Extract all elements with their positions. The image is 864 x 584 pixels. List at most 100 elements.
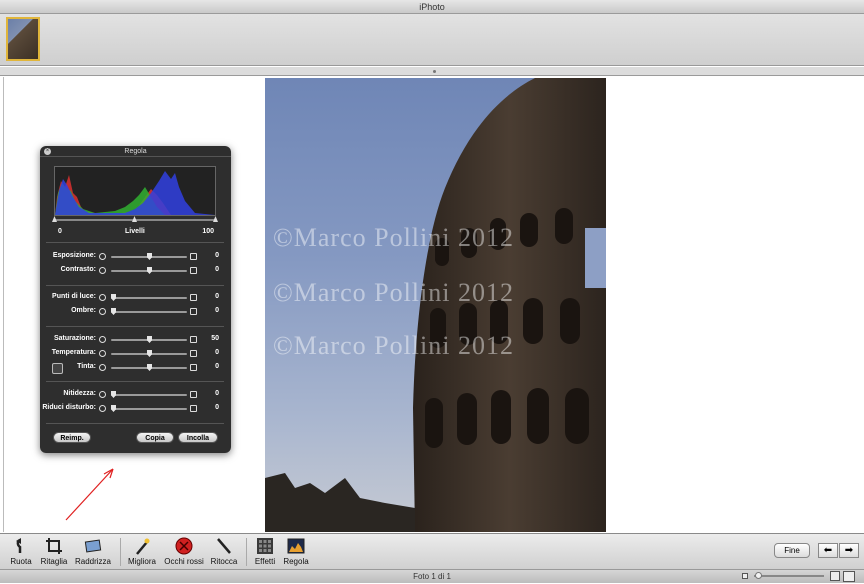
- adjust-row: Punti di luce: 0: [40, 293, 231, 304]
- panel-title: × Regola: [40, 146, 231, 157]
- adjust-max-icon: [190, 336, 197, 343]
- histogram: [54, 166, 216, 216]
- adjust-row-label: Nitidezza:: [63, 390, 96, 397]
- adjust-row: Contrasto: 0: [40, 266, 231, 277]
- effects-grid-icon: [255, 536, 275, 556]
- straighten-button[interactable]: Raddrizza: [74, 536, 112, 566]
- panel-title-text: Regola: [124, 148, 147, 155]
- red-eye-label: Occhi rossi: [164, 557, 204, 566]
- separator: [46, 285, 224, 286]
- adjust-row-label: Ombre:: [71, 307, 96, 314]
- adjust-min-icon: [99, 364, 106, 371]
- adjust-max-icon: [190, 364, 197, 371]
- straighten-label: Raddrizza: [74, 557, 111, 566]
- zoom-slider[interactable]: [754, 575, 824, 577]
- rotate-button[interactable]: Ruota: [8, 536, 34, 566]
- watermark-3: ©Marco Pollini 2012: [273, 331, 514, 360]
- retouch-label: Ritocca: [210, 557, 238, 566]
- separator: [46, 242, 224, 243]
- adjust-label: Regola: [283, 557, 309, 566]
- previous-button[interactable]: ⬅: [818, 543, 838, 558]
- toolbar-separator: [120, 538, 121, 566]
- watermark-2: ©Marco Pollini 2012: [273, 278, 514, 307]
- adjust-panel: × Regola 0 Livelli 100 Esposizione: 0 Cont…: [40, 146, 231, 453]
- next-button[interactable]: ➡: [839, 543, 859, 558]
- photo-view[interactable]: ©Marco Pollini 2012 ©Marco Pollini 2012 …: [265, 78, 606, 532]
- resize-handle-icon: [433, 70, 436, 73]
- adjust-min-icon: [99, 267, 106, 274]
- edit-toolbar: Ruota Ritaglia Raddrizza Migliora Occhi …: [0, 533, 864, 569]
- retouch-button[interactable]: Ritocca: [209, 536, 239, 566]
- adjust-slider-knob[interactable]: [111, 391, 116, 398]
- adjust-row: Temperatura: 0: [40, 349, 231, 360]
- red-eye-button[interactable]: Occhi rossi: [164, 536, 204, 566]
- crop-label: Ritaglia: [40, 557, 68, 566]
- status-bar: Foto 1 di 1: [0, 569, 864, 583]
- adjust-slider-knob[interactable]: [147, 350, 152, 357]
- adjust-slider-knob[interactable]: [147, 267, 152, 274]
- adjust-slider-knob[interactable]: [111, 405, 116, 412]
- levels-min: 0: [58, 228, 62, 235]
- red-eye-icon: [174, 536, 194, 556]
- adjust-row-value: 0: [215, 349, 219, 356]
- arrow-left-icon: ⬅: [823, 545, 833, 556]
- straighten-icon: [83, 536, 103, 556]
- photo-thumbnail[interactable]: [6, 17, 40, 61]
- watermark-1: ©Marco Pollini 2012: [273, 223, 514, 252]
- adjust-button[interactable]: Regola: [283, 536, 309, 566]
- adjust-row-value: 0: [215, 293, 219, 300]
- adjust-row-label: Saturazione:: [53, 335, 96, 342]
- adjust-row-value: 0: [215, 390, 219, 397]
- adjust-min-icon: [99, 308, 106, 315]
- adjust-slider[interactable]: [111, 408, 187, 410]
- fullscreen-button[interactable]: [843, 571, 855, 582]
- effects-button[interactable]: Effetti: [252, 536, 278, 566]
- adjust-row-label: Riduci disturbo:: [42, 404, 96, 411]
- adjust-min-icon: [99, 253, 106, 260]
- adjust-slider-knob[interactable]: [147, 253, 152, 260]
- adjust-row-label: Temperatura:: [51, 349, 96, 356]
- close-icon[interactable]: ×: [44, 148, 51, 155]
- zoom-slider-knob[interactable]: [755, 572, 762, 579]
- adjust-row-value: 0: [215, 404, 219, 411]
- paste-button[interactable]: Incolla: [178, 432, 218, 443]
- enhance-button[interactable]: Migliora: [127, 536, 157, 566]
- adjust-row-value: 0: [215, 252, 219, 259]
- adjust-slider-knob[interactable]: [147, 364, 152, 371]
- rotate-icon: [11, 536, 31, 556]
- crop-icon: [44, 536, 64, 556]
- levels-label: Livelli: [125, 228, 145, 235]
- filmstrip: [0, 14, 864, 66]
- adjust-histogram-icon: [286, 536, 306, 556]
- crop-button[interactable]: Ritaglia: [40, 536, 68, 566]
- window-title: iPhoto: [0, 0, 864, 14]
- adjust-min-icon: [99, 350, 106, 357]
- adjust-row-value: 0: [215, 307, 219, 314]
- magic-wand-icon: [132, 536, 152, 556]
- adjust-slider-knob[interactable]: [111, 308, 116, 315]
- adjust-slider-knob[interactable]: [147, 336, 152, 343]
- adjust-row-value: 50: [211, 335, 219, 342]
- adjust-max-icon: [190, 294, 197, 301]
- small-photo-icon: [742, 573, 748, 579]
- filmstrip-divider[interactable]: [0, 67, 864, 76]
- toolbar-separator: [246, 538, 247, 566]
- copy-button[interactable]: Copia: [136, 432, 174, 443]
- adjust-slider[interactable]: [111, 297, 187, 299]
- adjust-slider[interactable]: [111, 311, 187, 313]
- effects-label: Effetti: [254, 557, 276, 566]
- eyedropper-icon[interactable]: [52, 363, 63, 374]
- adjust-min-icon: [99, 405, 106, 412]
- enhance-label: Migliora: [127, 557, 156, 566]
- reset-button[interactable]: Reimp.: [53, 432, 91, 443]
- adjust-row: Esposizione: 0: [40, 252, 231, 263]
- adjust-slider-knob[interactable]: [111, 294, 116, 301]
- done-button[interactable]: Fine: [774, 543, 810, 558]
- levels-max: 100: [202, 228, 214, 235]
- adjust-row: Tinta: 0: [40, 363, 231, 374]
- separator: [46, 381, 224, 382]
- adjust-max-icon: [190, 308, 197, 315]
- adjust-row: Saturazione: 50: [40, 335, 231, 346]
- adjust-slider[interactable]: [111, 394, 187, 396]
- adjust-max-icon: [190, 267, 197, 274]
